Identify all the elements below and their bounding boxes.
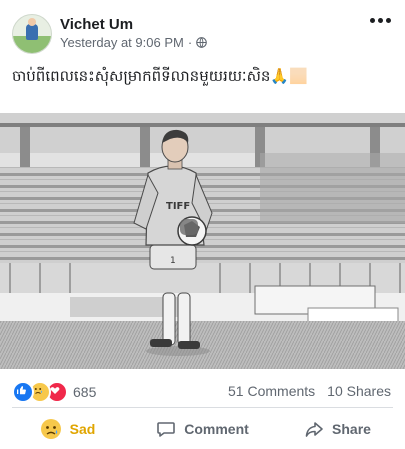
comment-button-label: Comment [184, 421, 249, 437]
like-icon [12, 381, 34, 403]
globe-icon [196, 37, 207, 48]
comment-icon [157, 422, 176, 437]
post-meta: Yesterday at 9:06 PM · [60, 35, 207, 50]
comments-count-link[interactable]: 51 Comments [228, 383, 315, 399]
post-header: Vichet Um Yesterday at 9:06 PM · [0, 0, 405, 62]
more-options-icon[interactable] [370, 18, 391, 23]
reaction-button-label: Sad [69, 421, 96, 437]
svg-text:TIFF: TIFF [166, 201, 190, 212]
jersey-number: 1 [170, 256, 176, 266]
share-button-label: Share [332, 421, 371, 437]
author-avatar[interactable] [12, 14, 52, 54]
comment-button[interactable]: Comment [135, 410, 270, 448]
sad-reaction-icon [40, 419, 61, 439]
reaction-button[interactable]: Sad [0, 410, 135, 448]
share-icon [305, 422, 323, 437]
post-timestamp[interactable]: Yesterday at 9:06 PM [60, 35, 184, 50]
reaction-summary: 685 51 Comments 10 Shares [0, 371, 405, 407]
reaction-count: 685 [73, 384, 97, 400]
reaction-icons[interactable]: 685 [12, 381, 96, 403]
post-text: ចាប់ពីពេលនេះសុំសម្រាកពីទីលានមួយរយៈសិន🙏🏻 [12, 67, 308, 85]
action-bar: Sad Comment Share [0, 410, 405, 448]
photo-goalkeeper: TIFF 1 [0, 113, 405, 369]
author-name[interactable]: Vichet Um [60, 16, 133, 33]
engagement-stats: 51 Comments 10 Shares [228, 383, 391, 399]
post-photo[interactable]: TIFF 1 [0, 113, 405, 369]
shares-count-link[interactable]: 10 Shares [327, 383, 391, 399]
share-button[interactable]: Share [270, 410, 405, 448]
divider [12, 407, 393, 408]
